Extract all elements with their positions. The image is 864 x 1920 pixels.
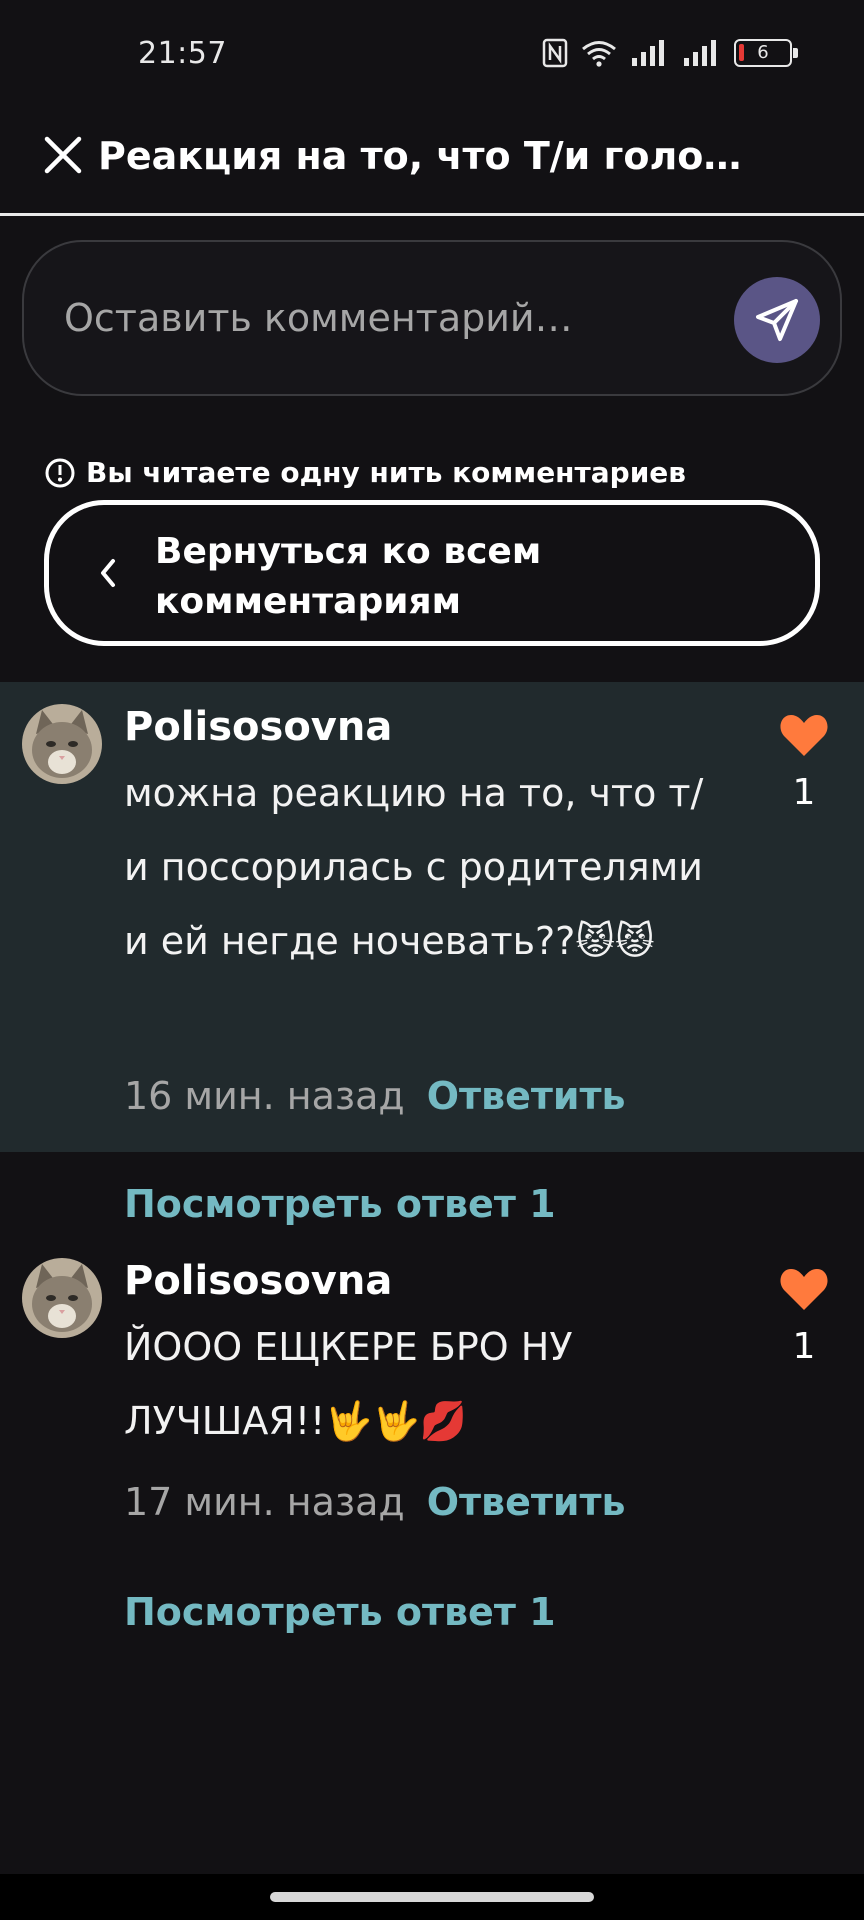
send-icon: [756, 299, 798, 341]
reply-button[interactable]: Ответить: [427, 1480, 626, 1524]
status-icons: 6: [542, 38, 798, 68]
close-button[interactable]: [38, 130, 88, 180]
comment-time: 17 мин. назад: [124, 1480, 405, 1524]
comment-text: ЙООО ЕЩКЕРЕ БРО НУ ЛУЧШАЯ!!🤟🤟💋: [124, 1325, 573, 1443]
like-button[interactable]: 1: [774, 1266, 834, 1367]
like-count: 1: [792, 1326, 816, 1367]
thread-notice-text: Вы читаете одну нить комментариев: [86, 456, 687, 489]
system-nav-bar: [0, 1874, 864, 1920]
comment-meta: 16 мин. назад Ответить: [124, 1074, 626, 1118]
heart-icon: [780, 1269, 828, 1310]
top-app-bar: Реакция на то, что Т/и голо…: [0, 110, 864, 216]
avatar[interactable]: [22, 704, 102, 784]
thread-notice: Вы читаете одну нить комментариев: [44, 456, 686, 489]
cat-avatar-image: [22, 1258, 102, 1338]
back-to-all-comments-button[interactable]: Вернуться ко всем комментариям: [44, 500, 820, 646]
close-icon: [44, 136, 82, 174]
like-count: 1: [792, 772, 816, 813]
cat-avatar-image: [22, 704, 102, 784]
comment-author[interactable]: Polisosovna: [124, 704, 392, 750]
screen: 21:57 6 Реакция на то, что Т/и голо… Ост…: [0, 0, 864, 1920]
battery-percent: 6: [757, 42, 769, 63]
home-indicator[interactable]: [270, 1892, 594, 1902]
send-button[interactable]: [734, 277, 820, 363]
comment-composer: [22, 240, 842, 396]
signal-icon: [684, 40, 716, 66]
nfc-icon: [542, 38, 568, 68]
comment-author[interactable]: Polisosovna: [124, 1258, 392, 1304]
comment-meta: 17 мин. назад Ответить: [124, 1480, 626, 1524]
page-title: Реакция на то, что Т/и голо…: [98, 134, 742, 178]
chevron-left-icon: [101, 559, 115, 587]
view-replies-link[interactable]: Посмотреть ответ 1: [124, 1590, 556, 1634]
status-time: 21:57: [138, 36, 227, 71]
avatar[interactable]: [22, 1258, 102, 1338]
wifi-icon: [582, 41, 616, 67]
battery-icon: 6: [734, 39, 798, 67]
back-button-label: Вернуться ко всем комментариям: [155, 531, 542, 622]
view-replies-link[interactable]: Посмотреть ответ 1: [124, 1182, 556, 1226]
reply-button[interactable]: Ответить: [427, 1074, 626, 1118]
comment-text: можна реакцию на то, что т/и поссорилась…: [124, 771, 704, 963]
status-bar: 21:57 6: [0, 0, 864, 110]
comment-item: Polisosovna можна реакцию на то, что т/и…: [0, 682, 864, 1152]
comment-time: 16 мин. назад: [124, 1074, 405, 1118]
heart-icon: [780, 715, 828, 756]
comment-input[interactable]: [64, 290, 704, 346]
comment-item: Polisosovna ЙООО ЕЩКЕРЕ БРО НУ ЛУЧШАЯ!!🤟…: [0, 1236, 864, 1536]
info-icon: [45, 458, 75, 487]
like-button[interactable]: 1: [774, 712, 834, 813]
signal-icon: [632, 40, 664, 66]
